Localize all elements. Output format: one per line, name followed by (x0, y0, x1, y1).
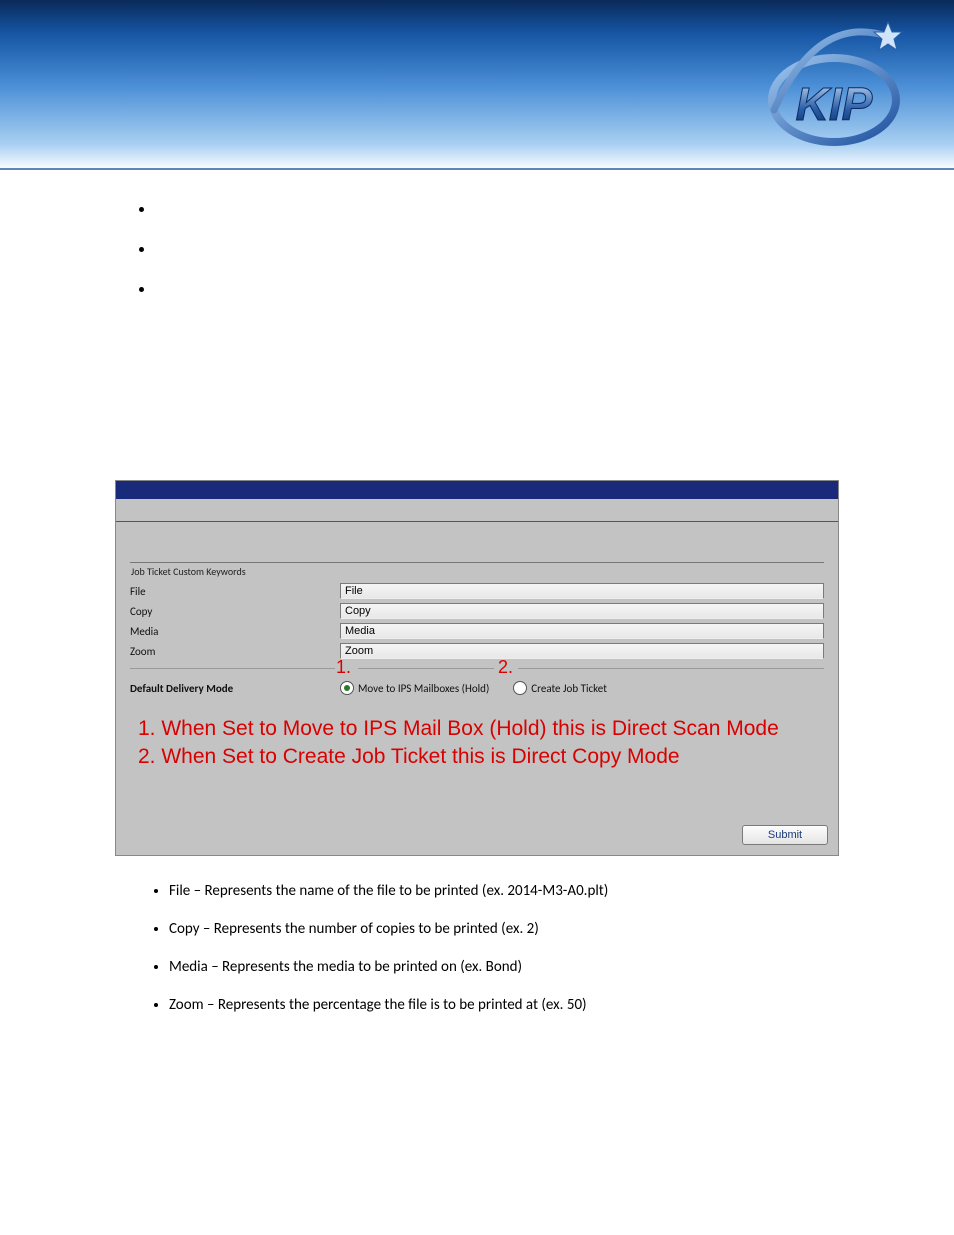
field-label-zoom: Zoom (130, 645, 340, 658)
delivery-mode-label: Default Delivery Mode (130, 682, 340, 695)
submit-button[interactable]: Submit (742, 825, 828, 845)
annotation-note-1: 1. When Set to Move to IPS Mail Box (Hol… (138, 715, 816, 743)
annotation-note-2: 2. When Set to Create Job Ticket this is… (138, 743, 816, 771)
field-label-copy: Copy (130, 605, 340, 618)
settings-panel: Job Ticket Custom Keywords File Copy Med… (115, 480, 839, 856)
field-label-media: Media (130, 625, 340, 638)
panel-subbar (116, 499, 838, 522)
radio-icon (340, 681, 354, 695)
svg-text:KIP: KIP (796, 78, 873, 130)
list-item: . (155, 240, 839, 280)
top-bullet-list: . . . (115, 200, 839, 320)
list-item: Zoom – Represents the percentage the fil… (169, 996, 839, 1014)
kip-logo: KIP (764, 20, 904, 150)
radio-label: Move to IPS Mailboxes (Hold) (358, 682, 489, 695)
annotation-row: 1. 2. (130, 661, 824, 679)
list-item: Copy – Represents the number of copies t… (169, 920, 839, 938)
media-field[interactable] (340, 623, 824, 639)
list-item: Media – Represents the media to be print… (169, 958, 839, 976)
radio-move-to-ips[interactable]: Move to IPS Mailboxes (Hold) (340, 681, 489, 695)
header-banner: KIP (0, 0, 954, 170)
panel-titlebar (116, 481, 838, 499)
file-field[interactable] (340, 583, 824, 599)
list-item: File – Represents the name of the file t… (169, 882, 839, 900)
radio-create-job-ticket[interactable]: Create Job Ticket (513, 681, 607, 695)
annotation-1: 1. (336, 657, 351, 678)
field-label-file: File (130, 585, 340, 598)
annotation-2: 2. (498, 657, 513, 678)
copy-field[interactable] (340, 603, 824, 619)
definitions-list: File – Represents the name of the file t… (115, 882, 839, 1014)
list-item: . (155, 200, 839, 240)
fieldset-legend: Job Ticket Custom Keywords (128, 565, 249, 578)
annotation-notes: 1. When Set to Move to IPS Mail Box (Hol… (116, 697, 838, 775)
radio-label: Create Job Ticket (531, 682, 607, 695)
radio-icon (513, 681, 527, 695)
list-item: . (155, 280, 839, 320)
zoom-field[interactable] (340, 643, 824, 659)
keywords-fieldset: Job Ticket Custom Keywords File Copy Med… (130, 556, 824, 697)
